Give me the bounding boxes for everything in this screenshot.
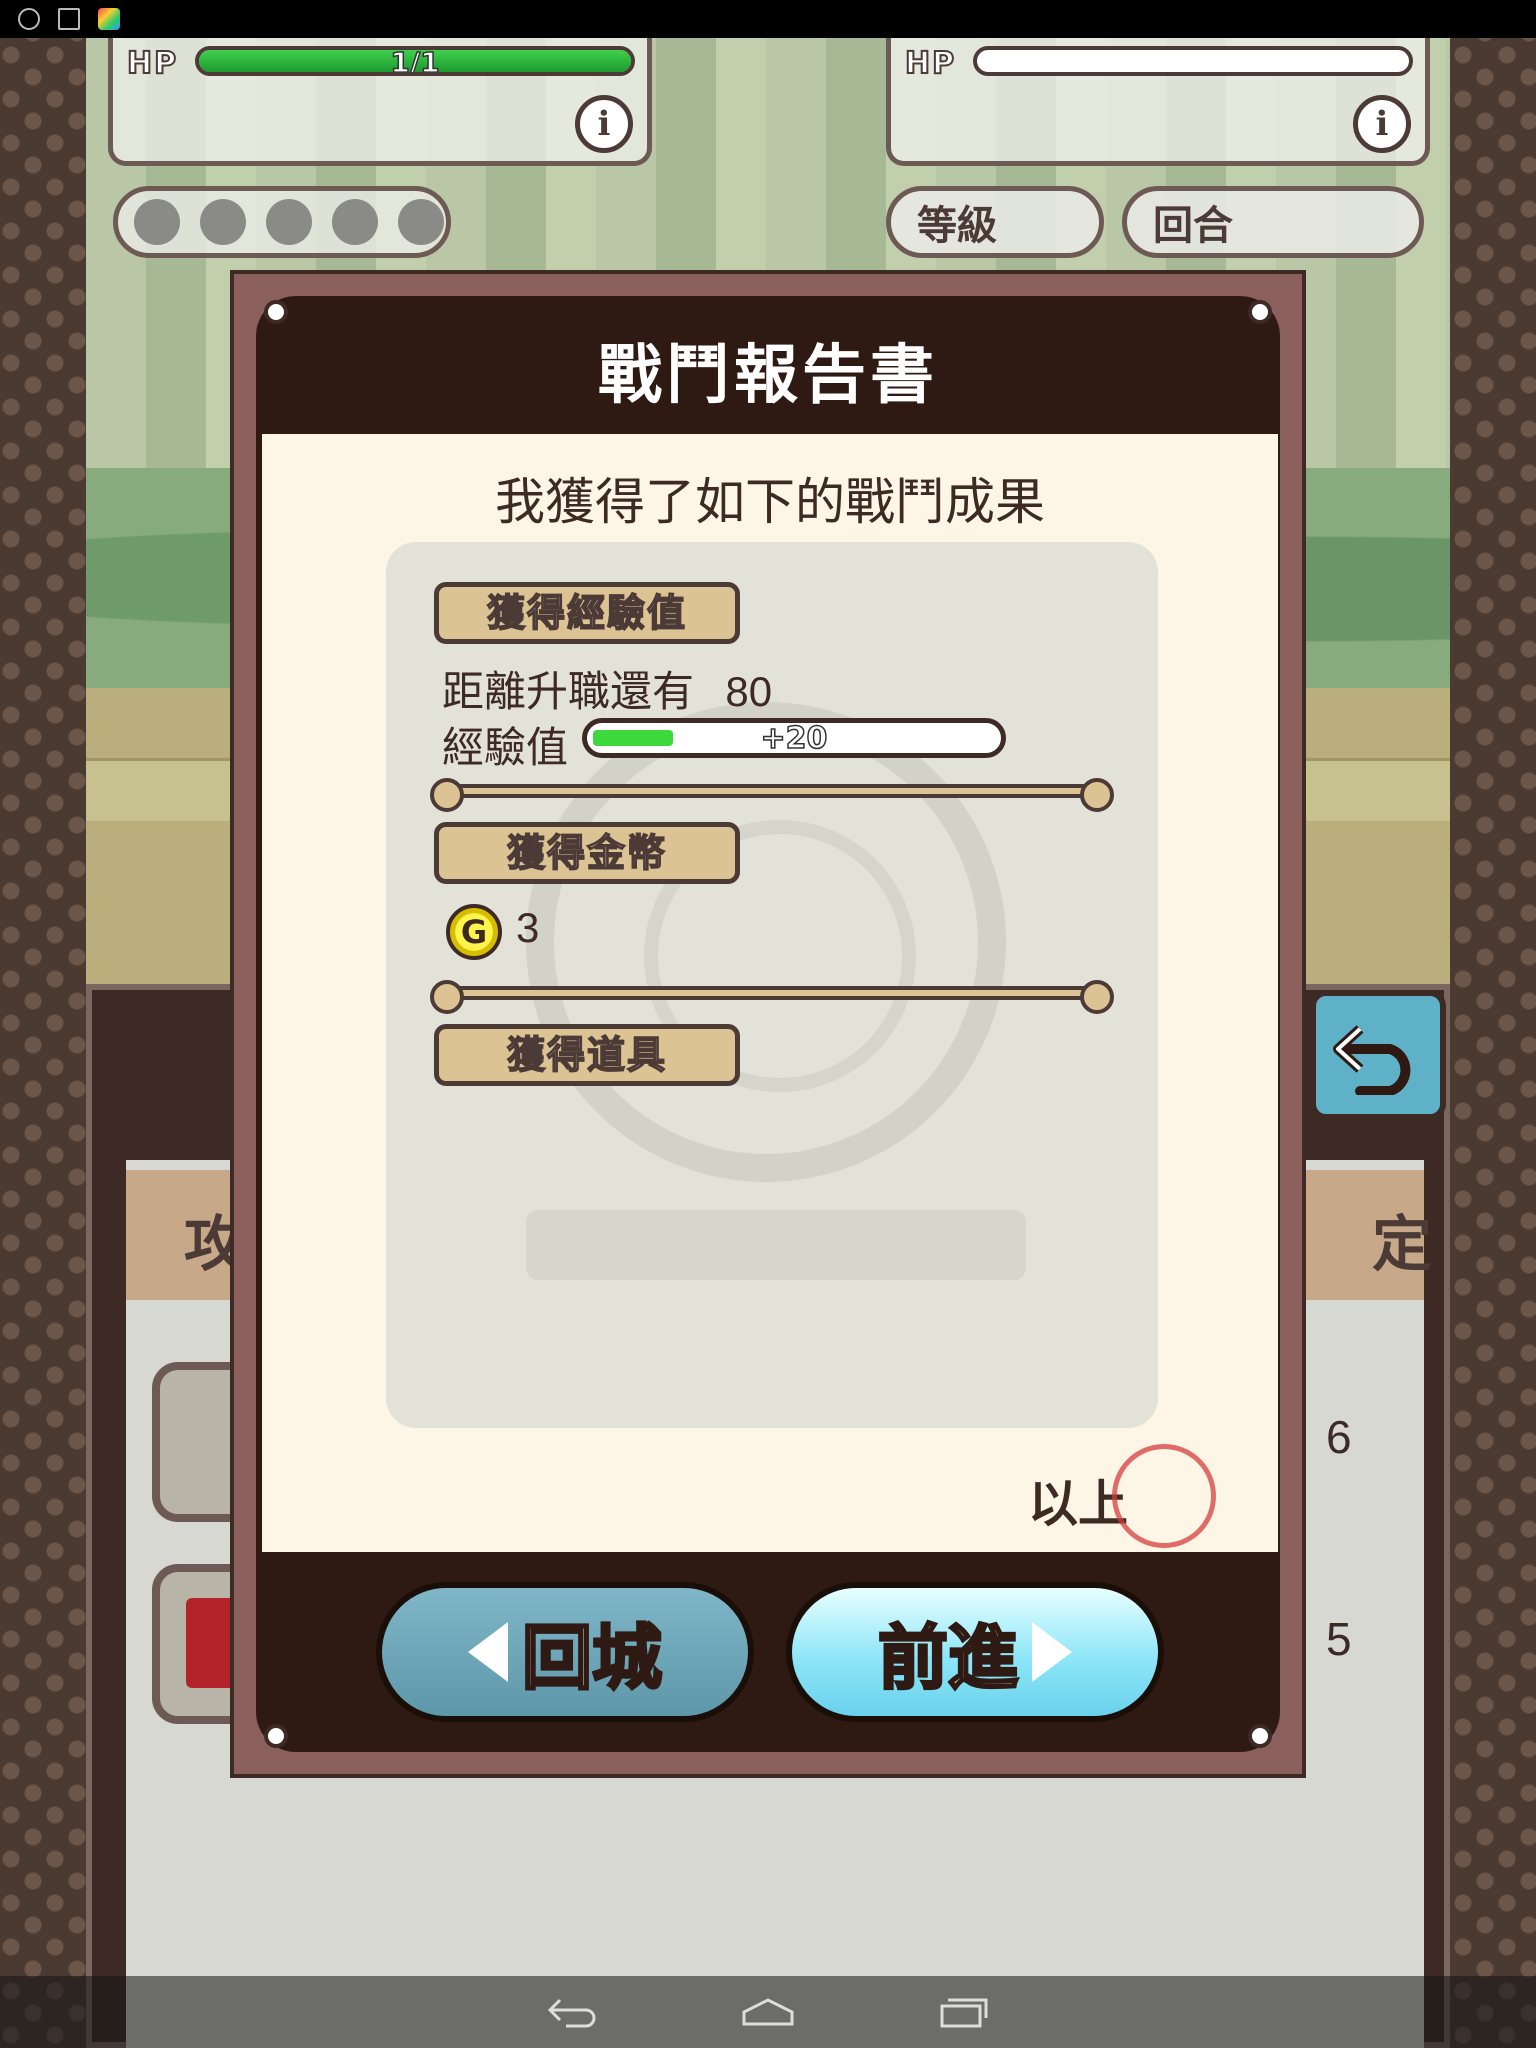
back-nav-icon[interactable] (544, 1994, 600, 2030)
advance-button-label: 前進 (877, 1615, 1020, 1700)
player-info-button[interactable]: i (575, 95, 633, 153)
slot-count: 5 (1326, 1613, 1352, 1665)
rivet-icon (264, 1724, 288, 1748)
enemy-info-button[interactable]: i (1353, 95, 1411, 153)
home-nav-icon[interactable] (740, 1994, 796, 2030)
dialog-subtitle: 我獲得了如下的戰鬥成果 (495, 473, 1045, 531)
promotion-label: 距離升職還有 (442, 667, 695, 716)
exp-section-tag: 獲得經驗值 (434, 582, 740, 644)
enemy-hp-bar (973, 46, 1413, 76)
return-button-label: 回城 (521, 1615, 664, 1700)
seal-stamp-icon (1112, 1444, 1216, 1548)
navigation-bar (0, 1976, 1536, 2048)
battle-report-dialog: 戰鬥報告書 我獲得了如下的戰鬥成果 獲得經驗值 距離升職還有 80 經驗值 +2… (230, 270, 1306, 1778)
skill-slot-dot (200, 199, 246, 245)
gold-amount: 3 (516, 904, 540, 951)
player-status-panel: HP 1/1 i (108, 38, 652, 166)
rivet-icon (1248, 1724, 1272, 1748)
exp-gain-text: +20 (760, 721, 828, 756)
right-arrow-icon (1032, 1622, 1072, 1682)
player-hp-label: HP (126, 45, 179, 82)
skill-slot-indicator (113, 186, 451, 258)
items-section-tag: 獲得道具 (434, 1024, 740, 1086)
notification-icon (18, 8, 40, 30)
left-arrow-icon (468, 1622, 508, 1682)
status-bar (0, 0, 1536, 38)
round-pill: 回合 (1122, 186, 1424, 258)
promotion-value: 80 (725, 668, 773, 715)
undo-button[interactable] (1310, 990, 1446, 1120)
enemy-status-panel: HP i (886, 38, 1430, 166)
result-card: 獲得經驗值 距離升職還有 80 經驗值 +20 獲得金幣 G 3 獲得道具 (386, 542, 1158, 1428)
exp-label: 經驗值 (442, 723, 569, 772)
player-hp-text: 1/1 (390, 46, 441, 76)
advance-button[interactable]: 前進 (786, 1582, 1164, 1722)
gold-coin-icon: G (446, 904, 502, 960)
screenshot-icon (58, 8, 80, 30)
round-label: 回合 (1153, 203, 1233, 249)
recents-nav-icon[interactable] (936, 1994, 992, 2030)
skill-slot-dot (332, 199, 378, 245)
logo-watermark (526, 1210, 1026, 1280)
section-divider (430, 980, 1114, 1014)
dialog-title: 戰鬥報告書 (598, 339, 938, 413)
tab-confirm[interactable]: 定 (1372, 1196, 1432, 1283)
slot-count: 6 (1326, 1411, 1352, 1463)
section-divider (430, 778, 1114, 812)
return-to-town-button[interactable]: 回城 (376, 1582, 754, 1722)
game-app-icon (98, 8, 120, 30)
level-label: 等級 (917, 203, 997, 249)
promotion-remaining-row: 距離升職還有 80 (442, 658, 772, 719)
skill-slot-dot (398, 199, 444, 245)
player-hp-bar: 1/1 (195, 46, 635, 76)
skill-slot-dot (134, 199, 180, 245)
skill-slot-dot (266, 199, 312, 245)
rivet-icon (264, 300, 288, 324)
rivet-icon (1248, 300, 1272, 324)
enemy-hp-label: HP (904, 45, 957, 82)
undo-arrow-icon (1333, 1025, 1411, 1095)
gold-section-tag: 獲得金幣 (434, 822, 740, 884)
dialog-body: 我獲得了如下的戰鬥成果 獲得經驗值 距離升職還有 80 經驗值 +20 獲得金幣… (262, 434, 1278, 1552)
exp-progress-bar: +20 (582, 718, 1006, 758)
guild-emblem-watermark (526, 702, 1006, 1182)
level-pill: 等級 (886, 186, 1104, 258)
